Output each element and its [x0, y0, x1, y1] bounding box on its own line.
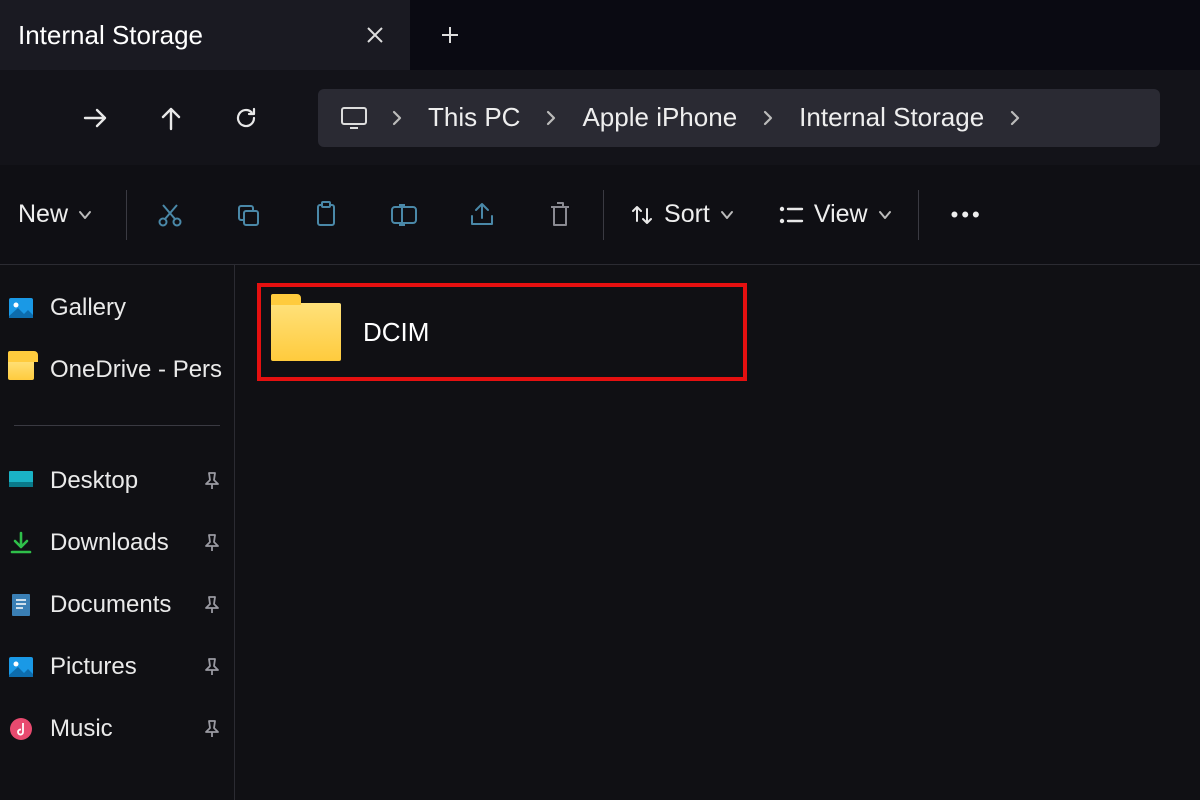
rename-icon[interactable] [365, 187, 443, 242]
forward-button[interactable] [58, 90, 133, 145]
more-button[interactable]: ••• [923, 202, 1011, 228]
new-button[interactable]: New [18, 200, 122, 229]
sidebar-item-gallery[interactable]: Gallery [0, 277, 234, 339]
sidebar-item-desktop[interactable]: Desktop [0, 450, 234, 512]
pin-icon [204, 472, 234, 490]
copy-icon[interactable] [209, 187, 287, 242]
monitor-icon [326, 106, 378, 130]
close-icon[interactable] [358, 18, 392, 52]
share-icon[interactable] [443, 187, 521, 242]
documents-icon [6, 592, 36, 618]
pin-icon [204, 534, 234, 552]
divider [918, 190, 919, 240]
content-area: DCIM [235, 265, 1200, 800]
sidebar-item-pictures[interactable]: Pictures [0, 636, 234, 698]
sidebar-item-label: OneDrive - Pers [50, 356, 234, 384]
chevron-right-icon[interactable] [532, 110, 570, 126]
sidebar-item-label: Gallery [50, 294, 234, 322]
folder-label: DCIM [363, 317, 429, 348]
sidebar-item-downloads[interactable]: Downloads [0, 512, 234, 574]
sidebar-item-music[interactable]: Music [0, 698, 234, 760]
pin-icon [204, 658, 234, 676]
divider [126, 190, 127, 240]
address-bar[interactable]: This PC Apple iPhone Internal Storage [318, 89, 1160, 147]
sort-icon [630, 203, 654, 227]
tab-title: Internal Storage [18, 20, 340, 51]
view-label: View [814, 200, 868, 229]
chevron-down-icon [878, 210, 892, 220]
sidebar-item-onedrive[interactable]: OneDrive - Pers [0, 339, 234, 401]
sidebar-item-label: Documents [50, 591, 190, 619]
pin-icon [204, 596, 234, 614]
sort-button[interactable]: Sort [608, 200, 756, 229]
sidebar-item-label: Pictures [50, 653, 190, 681]
titlebar: Internal Storage [0, 0, 1200, 70]
body: Gallery OneDrive - Pers Desktop Download… [0, 265, 1200, 800]
divider [14, 425, 220, 426]
sidebar-item-label: Desktop [50, 467, 190, 495]
tab-active[interactable]: Internal Storage [0, 0, 410, 70]
sidebar-item-documents[interactable]: Documents [0, 574, 234, 636]
sidebar: Gallery OneDrive - Pers Desktop Download… [0, 265, 235, 800]
new-label: New [18, 200, 68, 229]
sidebar-item-label: Downloads [50, 529, 190, 557]
divider [603, 190, 604, 240]
breadcrumb-device[interactable]: Apple iPhone [570, 102, 749, 133]
chevron-down-icon [720, 210, 734, 220]
delete-icon[interactable] [521, 187, 599, 242]
breadcrumb-storage[interactable]: Internal Storage [787, 102, 996, 133]
view-button[interactable]: View [756, 200, 914, 229]
back-button [18, 90, 58, 145]
refresh-button[interactable] [208, 90, 283, 145]
downloads-icon [6, 530, 36, 556]
desktop-icon [6, 468, 36, 494]
cut-icon[interactable] [131, 187, 209, 242]
gallery-icon [6, 295, 36, 321]
chevron-right-icon[interactable] [378, 110, 416, 126]
music-icon [6, 716, 36, 742]
folder-item-dcim[interactable]: DCIM [257, 283, 747, 381]
chevron-right-icon[interactable] [749, 110, 787, 126]
folder-icon [6, 357, 36, 383]
breadcrumb-this-pc[interactable]: This PC [416, 102, 532, 133]
up-button[interactable] [133, 90, 208, 145]
pictures-icon [6, 654, 36, 680]
view-icon [778, 204, 804, 226]
pin-icon [204, 720, 234, 738]
sort-label: Sort [664, 200, 710, 229]
toolbar: New Sort View • [0, 165, 1200, 265]
sidebar-item-label: Music [50, 715, 190, 743]
navbar: This PC Apple iPhone Internal Storage [0, 70, 1200, 165]
new-tab-button[interactable] [410, 25, 490, 45]
chevron-right-icon[interactable] [996, 110, 1034, 126]
chevron-down-icon [78, 210, 92, 220]
paste-icon[interactable] [287, 187, 365, 242]
folder-icon [271, 303, 341, 361]
